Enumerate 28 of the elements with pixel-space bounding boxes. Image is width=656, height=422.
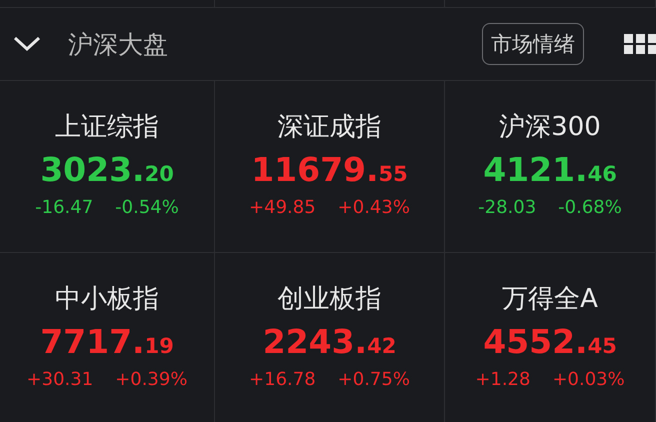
index-value: 3023.20 bbox=[40, 150, 174, 189]
change-value: -16.47 bbox=[35, 197, 94, 218]
index-name: 中小板指 bbox=[55, 283, 159, 316]
index-name: 创业板指 bbox=[278, 283, 382, 316]
change-percent: -0.54% bbox=[115, 197, 179, 218]
index-name: 沪深300 bbox=[499, 111, 601, 144]
index-value: 4121.46 bbox=[483, 150, 617, 189]
index-value: 11679.55 bbox=[251, 150, 408, 189]
change-percent: +0.75% bbox=[338, 369, 410, 390]
change-percent: +0.39% bbox=[115, 369, 188, 390]
change-value: +30.31 bbox=[26, 369, 94, 390]
index-value: 7717.19 bbox=[40, 322, 174, 361]
change-value: -28.03 bbox=[478, 197, 536, 218]
chevron-down-icon[interactable] bbox=[12, 34, 42, 54]
grid-menu-icon[interactable] bbox=[624, 34, 656, 54]
index-name: 万得全A bbox=[502, 283, 598, 316]
change-percent: +0.43% bbox=[338, 197, 410, 218]
change-value: +16.78 bbox=[249, 369, 316, 390]
index-value: 2243.42 bbox=[262, 322, 396, 361]
index-name: 深证成指 bbox=[278, 111, 382, 144]
change-value: +1.28 bbox=[475, 369, 530, 390]
change-percent: +0.03% bbox=[552, 369, 625, 390]
index-name: 上证综指 bbox=[55, 111, 159, 144]
index-value: 4552.45 bbox=[483, 322, 617, 361]
section-title: 沪深大盘 bbox=[68, 28, 168, 60]
change-percent: -0.68% bbox=[558, 197, 622, 218]
market-sentiment-button[interactable]: 市场情绪 bbox=[482, 23, 584, 65]
change-value: +49.85 bbox=[249, 197, 316, 218]
